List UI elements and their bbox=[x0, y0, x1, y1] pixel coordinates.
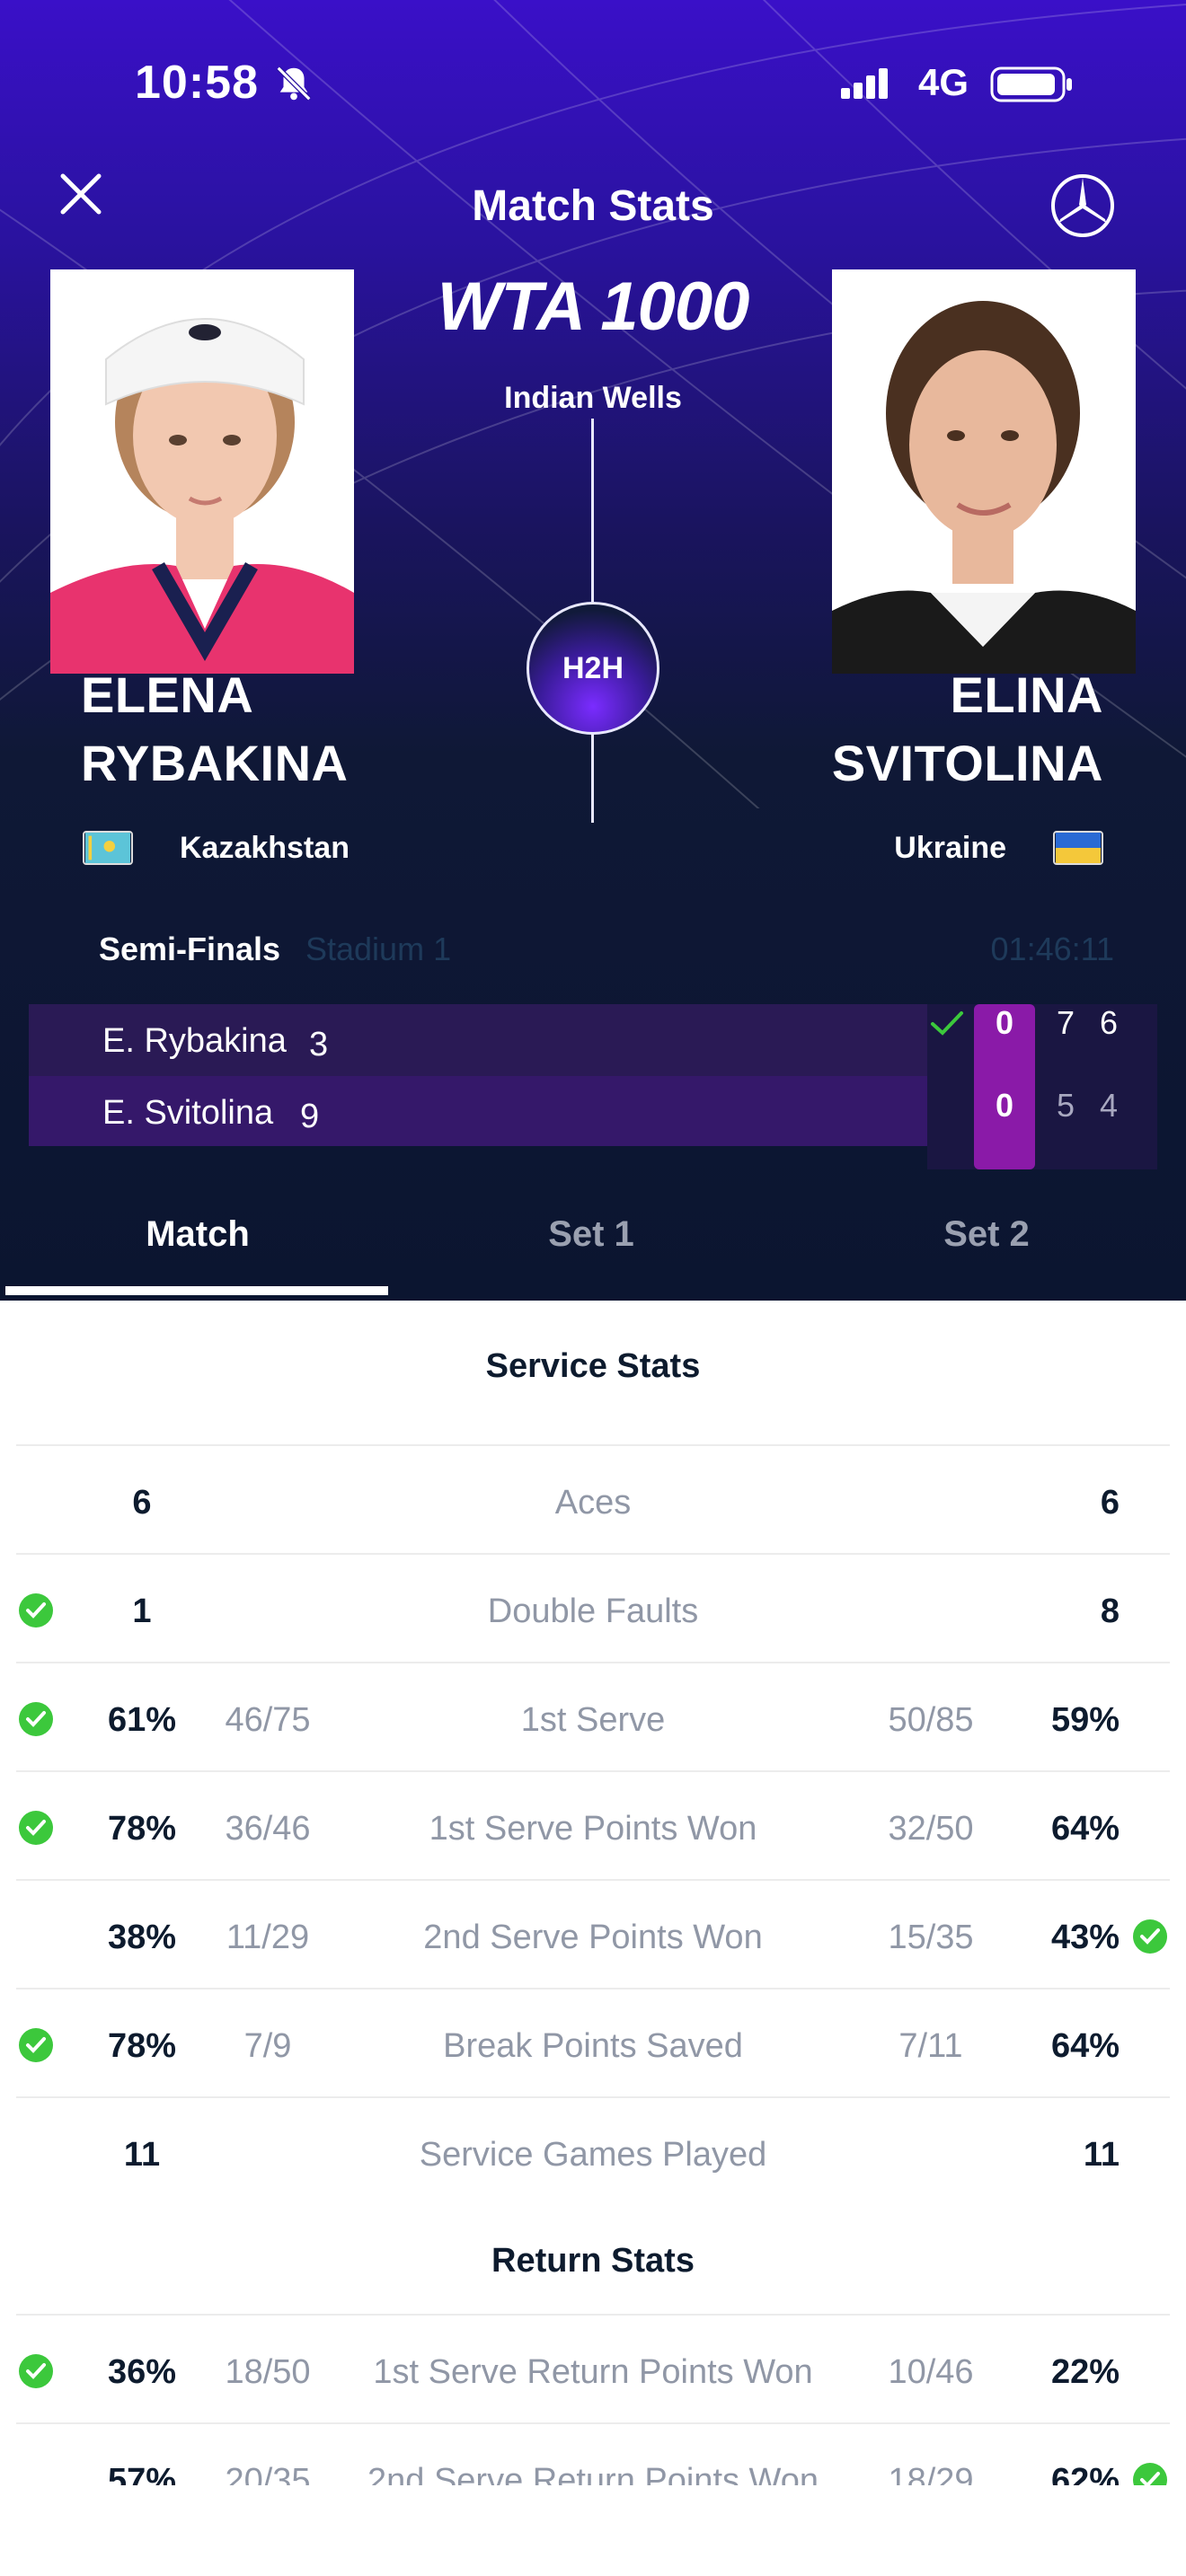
match-header: 10:58 4G Match Stats WTA 1000 Indian Wel… bbox=[0, 0, 1186, 1301]
stat-label: Double Faults bbox=[487, 1592, 699, 1630]
country-right: Ukraine bbox=[894, 826, 1103, 869]
stats-panel: Service Stats 6 Aces 6 1 Double Faults 8… bbox=[0, 1301, 1186, 2576]
status-bar: 10:58 4G bbox=[0, 56, 1186, 119]
stat-label: Aces bbox=[554, 1484, 632, 1522]
scoreboard: E. Rybakina 3 E. Svitolina 9 0 0 7 6 5 4 bbox=[29, 1004, 1157, 1169]
current-game-column: 0 0 bbox=[974, 1004, 1035, 1169]
bell-muted-icon bbox=[276, 66, 312, 101]
player-name-right[interactable]: ELINA SVITOLINA bbox=[832, 661, 1103, 798]
stat-right-value: 59% bbox=[1050, 1701, 1120, 1739]
winner-check-icon bbox=[931, 1011, 963, 1036]
winner-check-icon bbox=[1133, 2463, 1167, 2485]
stat-right-value: 8 bbox=[1100, 1592, 1120, 1630]
match-info-row: Semi-Finals Stadium 1 01:46:11 bbox=[99, 931, 1114, 975]
current-game-score: 0 bbox=[995, 1004, 1014, 1041]
stat-right-fraction: 7/11 bbox=[898, 2027, 963, 2065]
tab-match[interactable]: Match bbox=[63, 1214, 332, 1255]
battery-icon bbox=[990, 66, 1072, 102]
stat-right-value: 43% bbox=[1050, 1919, 1120, 1956]
winner-check-icon bbox=[1133, 1919, 1167, 1954]
current-game-score: 0 bbox=[995, 1087, 1014, 1124]
set-score: 4 bbox=[1100, 1087, 1119, 1124]
stat-row-service-games-played: 11 Service Games Played 11 bbox=[16, 2096, 1170, 2205]
country-left: Kazakhstan bbox=[83, 826, 350, 869]
country-name: Kazakhstan bbox=[180, 830, 350, 865]
tournament-name: Indian Wells bbox=[504, 381, 682, 415]
match-duration: 01:46:11 bbox=[990, 931, 1114, 967]
stat-right-fraction: 15/35 bbox=[888, 1919, 974, 1956]
stat-right-fraction: 10/46 bbox=[888, 2353, 974, 2391]
h2h-button[interactable]: H2H bbox=[527, 602, 659, 735]
country-name: Ukraine bbox=[894, 830, 1006, 865]
stat-row-break-points-saved: 78% 7/9 Break Points Saved 7/11 64% bbox=[16, 1988, 1170, 2096]
stat-right-value: 6 bbox=[1100, 1484, 1120, 1522]
score-player-name: E. Rybakina bbox=[102, 1022, 287, 1060]
stat-row-aces: 6 Aces 6 bbox=[16, 1444, 1170, 1553]
player-first-name: ELENA bbox=[81, 666, 254, 723]
page-title: Match Stats bbox=[472, 182, 714, 230]
active-tab-indicator bbox=[5, 1286, 388, 1295]
stat-right-value: 22% bbox=[1050, 2353, 1120, 2391]
stat-right-fraction: 32/50 bbox=[888, 1810, 974, 1848]
player-last-name: RYBAKINA bbox=[81, 735, 349, 791]
stat-right-value: 64% bbox=[1050, 1810, 1120, 1848]
stat-right-fraction: 18/29 bbox=[888, 2462, 974, 2485]
player-seed: 3 bbox=[309, 1026, 329, 1063]
stat-row-2nd-serve-return-points-won: 57% 20/35 2nd Serve Return Points Won 18… bbox=[16, 2422, 1170, 2485]
section-title-service: Service Stats bbox=[485, 1347, 701, 1385]
score-row: E. Rybakina 3 bbox=[29, 1004, 927, 1076]
stat-row-1st-serve-return-points-won: 36% 18/50 1st Serve Return Points Won 10… bbox=[16, 2314, 1170, 2422]
tour-logo: WTA 1000 bbox=[437, 269, 750, 345]
player-last-name: SVITOLINA bbox=[831, 735, 1103, 791]
stat-label: Service Games Played bbox=[419, 2136, 767, 2174]
ukraine-flag-icon bbox=[1053, 831, 1103, 865]
round-label: Semi-Finals bbox=[99, 931, 281, 967]
stat-row-1st-serve-points-won: 78% 36/46 1st Serve Points Won 32/50 64% bbox=[16, 1770, 1170, 1879]
signal-icon bbox=[841, 68, 888, 99]
kazakhstan-flag-icon bbox=[83, 831, 133, 865]
status-time: 10:58 bbox=[135, 57, 259, 109]
set-score: 6 bbox=[1100, 1004, 1119, 1041]
tab-set-1[interactable]: Set 1 bbox=[456, 1214, 726, 1255]
score-player-name: E. Svitolina bbox=[102, 1094, 274, 1132]
stat-row-2nd-serve-points-won: 38% 11/29 2nd Serve Points Won 15/35 43% bbox=[16, 1879, 1170, 1988]
stat-row-1st-serve: 61% 46/75 1st Serve 50/85 59% bbox=[16, 1662, 1170, 1770]
set-score: 5 bbox=[1057, 1087, 1075, 1124]
section-title-return: Return Stats bbox=[491, 2242, 695, 2280]
stat-right-value: 11 bbox=[1083, 2136, 1120, 2174]
network-label: 4G bbox=[918, 61, 969, 103]
sponsor-star-icon bbox=[1051, 174, 1114, 237]
set-score: 7 bbox=[1057, 1004, 1075, 1041]
player-name-left[interactable]: ELENA RYBAKINA bbox=[81, 661, 348, 798]
stats-tabs: Match Set 1 Set 2 bbox=[0, 1200, 1186, 1299]
divider-line bbox=[591, 733, 594, 823]
stat-right-fraction: 50/85 bbox=[888, 1701, 974, 1739]
score-row: E. Svitolina 9 bbox=[29, 1076, 927, 1146]
stat-right-value: 62% bbox=[1050, 2462, 1120, 2485]
divider-line bbox=[591, 419, 594, 603]
player-seed: 9 bbox=[300, 1098, 320, 1135]
stat-right-value: 64% bbox=[1050, 2027, 1120, 2065]
tab-set-2[interactable]: Set 2 bbox=[852, 1214, 1121, 1255]
player-first-name: ELINA bbox=[950, 666, 1103, 723]
court-label: Stadium 1 bbox=[305, 931, 452, 967]
stat-row-double-faults: 1 Double Faults 8 bbox=[16, 1553, 1170, 1662]
